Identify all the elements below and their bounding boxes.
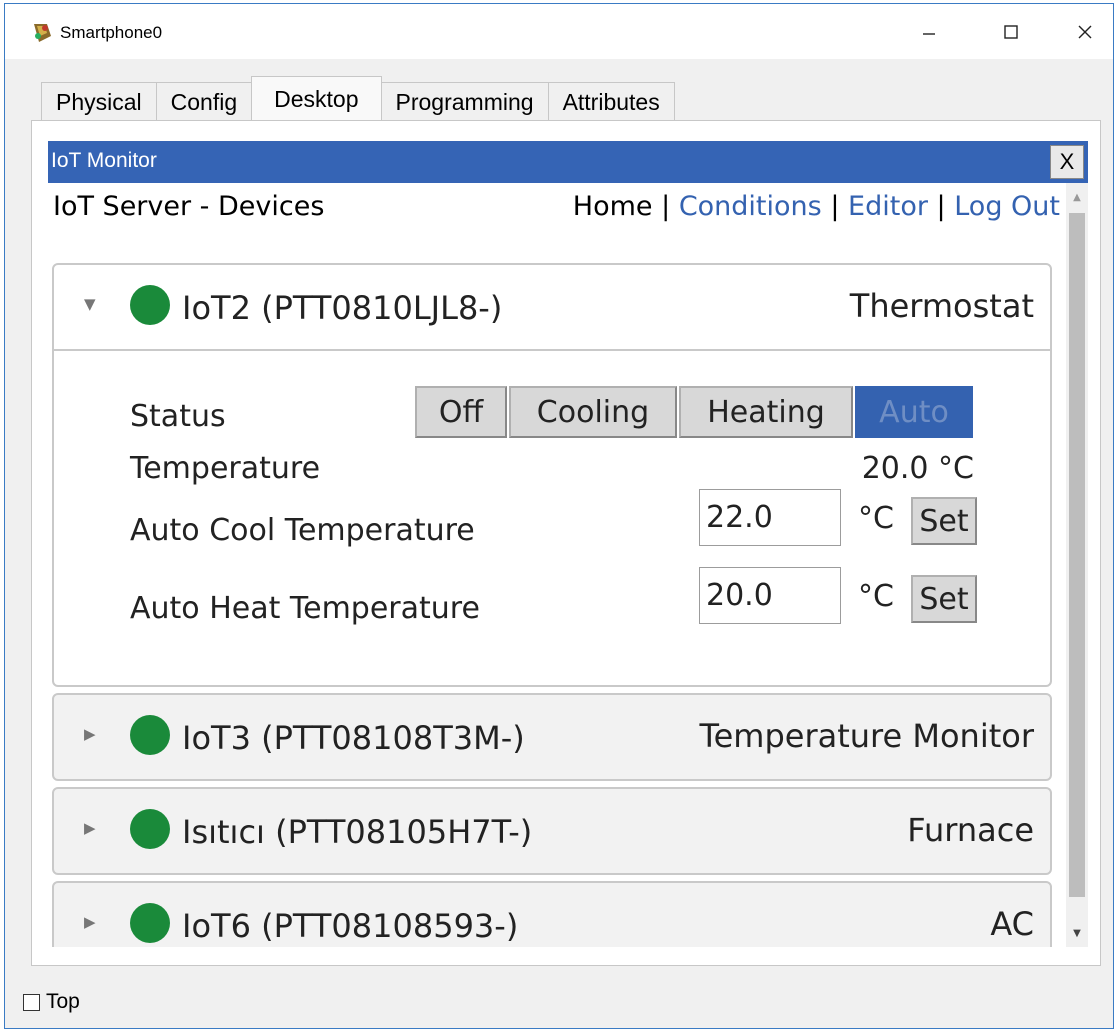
nav-separator: | [661,191,671,222]
top-checkbox[interactable] [23,993,40,1011]
auto-heat-input[interactable]: 20.0 [699,567,841,624]
top-checkbox-label: Top [46,990,80,1013]
title-bar: Smartphone0 [5,4,1113,59]
iot-monitor-titlebar: IoT Monitor X [48,141,1088,183]
tab-attributes[interactable]: Attributes [547,82,675,122]
auto-cool-set-button[interactable]: Set [911,497,977,545]
minimize-icon [923,32,935,35]
minimize-button[interactable] [901,4,957,59]
collapse-arrow-icon[interactable]: ▼ [84,295,96,313]
device-type: Furnace [907,811,1034,849]
iot-monitor-close-button[interactable]: X [1050,145,1084,179]
scroll-thumb[interactable] [1069,213,1085,897]
status-off-button[interactable]: Off [415,386,507,438]
device-name: IoT6 (PTT08108593-) [182,907,519,945]
desktop-content: IoT Monitor X IoT Server - Devices Home … [31,120,1101,966]
close-icon [1078,25,1092,38]
temperature-value: 20.0 °C [861,451,974,486]
temperature-label: Temperature [130,451,321,486]
auto-cool-unit: °C [858,501,894,536]
device-name: Isıtıcı (PTT08105H7T-) [182,813,533,851]
auto-cool-input[interactable]: 22.0 [699,489,841,546]
tab-config[interactable]: Config [155,82,253,122]
status-button-group: Off Cooling Heating Auto [415,386,975,438]
device-type: Temperature Monitor [699,717,1034,755]
nav-bar: Home | Conditions | Editor | Log Out [573,191,1060,222]
status-label: Status [130,399,226,434]
device-header[interactable]: ▶ Isıtıcı (PTT08105H7T-) Furnace [54,789,1050,873]
tab-physical[interactable]: Physical [41,82,157,122]
status-dot-icon [130,285,170,325]
window-title: Smartphone0 [60,23,163,42]
app-window: Smartphone0 Physical Config Desktop Prog… [4,3,1114,1029]
tab-bar: Physical Config Desktop Programming Attr… [41,76,675,122]
maximize-icon [1004,24,1018,39]
nav-editor-link[interactable]: Editor [848,191,928,222]
close-window-button[interactable] [1057,4,1113,59]
top-checkbox-row[interactable]: Top [23,990,80,1014]
nav-conditions-link[interactable]: Conditions [679,191,822,222]
auto-heat-unit: °C [858,579,894,614]
auto-heat-set-button[interactable]: Set [911,575,977,623]
device-panel-iot2: ▼ IoT2 (PTT0810LJL8-) Thermostat Status … [52,263,1052,687]
device-name: IoT3 (PTT08108T3M-) [182,719,525,757]
device-details: Status Off Cooling Heating Auto Temperat… [54,351,1050,685]
tab-programming[interactable]: Programming [380,82,549,122]
status-dot-icon [130,809,170,849]
device-panel-isitici[interactable]: ▶ Isıtıcı (PTT08105H7T-) Furnace [52,787,1052,875]
page-heading: IoT Server - Devices [53,191,325,222]
nav-home: Home [572,191,653,222]
maximize-button[interactable] [983,4,1039,59]
auto-heat-label: Auto Heat Temperature [130,591,480,626]
nav-separator: | [936,191,946,222]
expand-arrow-icon[interactable]: ▶ [84,819,96,837]
iot-monitor-title: IoT Monitor [51,149,157,172]
device-name: IoT2 (PTT0810LJL8-) [182,289,503,327]
expand-arrow-icon[interactable]: ▶ [84,913,96,931]
tab-desktop[interactable]: Desktop [251,76,382,122]
status-dot-icon [130,903,170,943]
status-dot-icon [130,715,170,755]
device-type: AC [990,905,1034,943]
nav-separator: | [830,191,840,222]
status-heating-button[interactable]: Heating [679,386,853,438]
status-auto-button[interactable]: Auto [855,386,973,438]
device-panel-iot6[interactable]: ▶ IoT6 (PTT08108593-) AC [52,881,1052,947]
auto-cool-label: Auto Cool Temperature [130,513,475,548]
scroll-up-icon[interactable]: ▲ [1066,183,1088,211]
device-header[interactable]: ▶ IoT6 (PTT08108593-) AC [54,883,1050,947]
nav-logout-link[interactable]: Log Out [954,191,1060,222]
smartphone-app-icon [34,24,51,42]
device-type: Thermostat [849,287,1034,325]
iot-server-page: IoT Server - Devices Home | Conditions |… [48,183,1088,947]
device-header[interactable]: ▼ IoT2 (PTT0810LJL8-) Thermostat [54,265,1050,351]
expand-arrow-icon[interactable]: ▶ [84,725,96,743]
vertical-scrollbar[interactable]: ▲ ▼ [1066,183,1088,947]
device-panel-iot3[interactable]: ▶ IoT3 (PTT08108T3M-) Temperature Monito… [52,693,1052,781]
scroll-down-icon[interactable]: ▼ [1066,919,1088,947]
device-header[interactable]: ▶ IoT3 (PTT08108T3M-) Temperature Monito… [54,695,1050,779]
status-cooling-button[interactable]: Cooling [509,386,677,438]
